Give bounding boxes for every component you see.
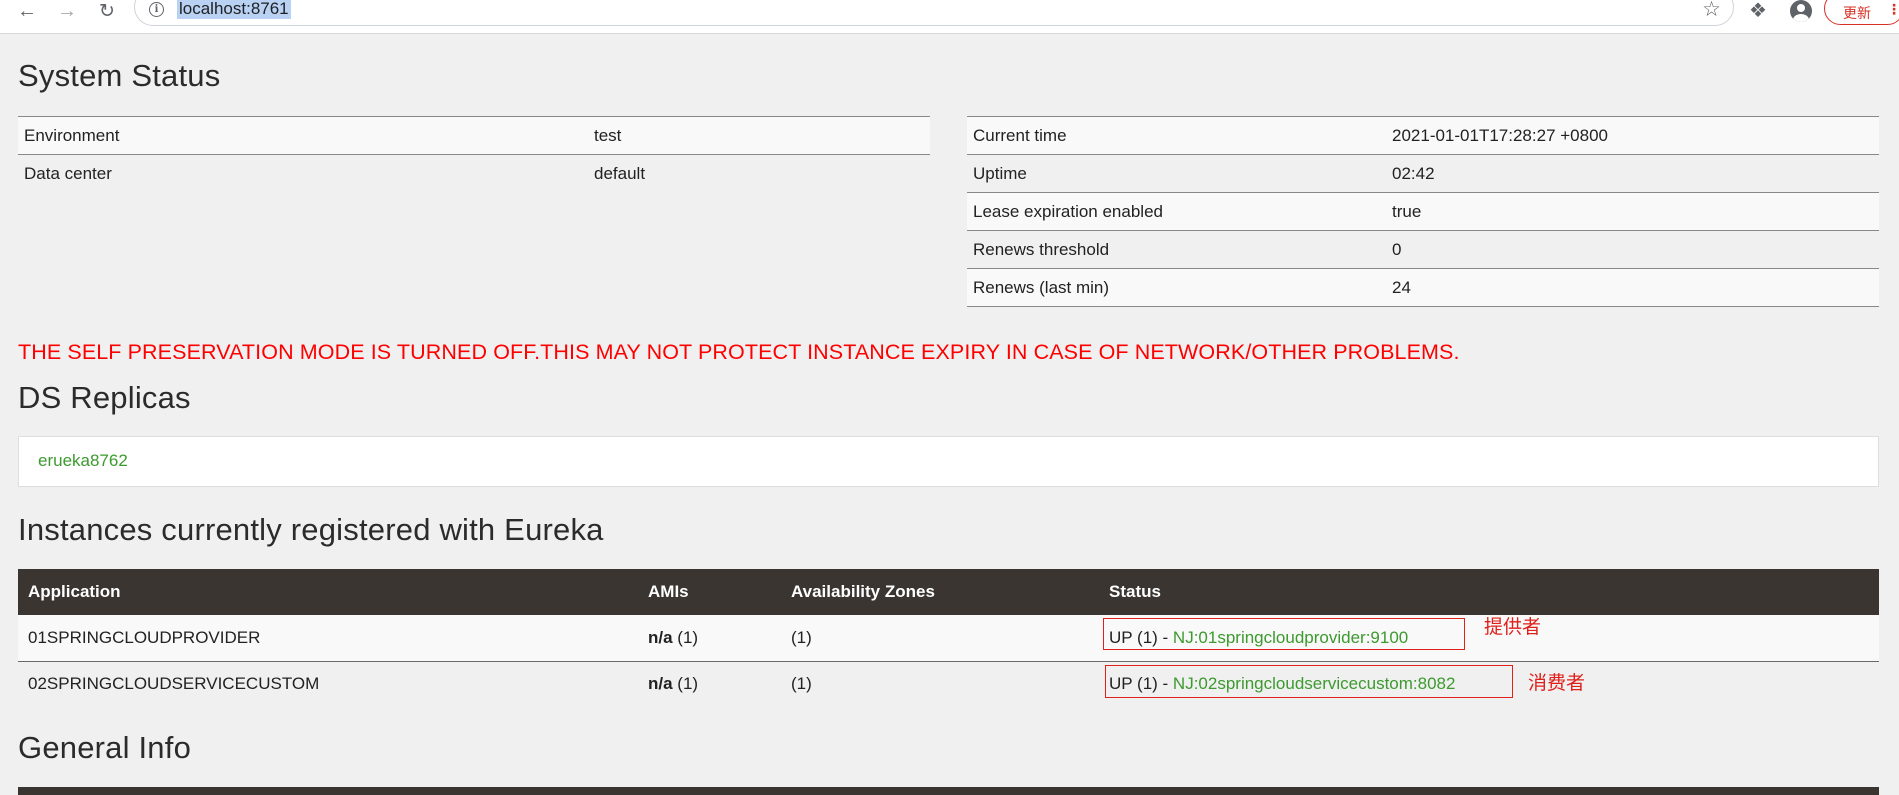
env-value: test	[588, 116, 930, 155]
header-availability-zones: Availability Zones	[781, 569, 1099, 615]
metric-value: 02:42	[1386, 154, 1879, 193]
general-info-table-header	[18, 787, 1879, 795]
table-row: Lease expiration enabled true	[967, 192, 1879, 231]
update-button-label: 更新	[1843, 6, 1871, 22]
annotation-provider-label: 提供者	[1484, 616, 1542, 638]
application-name: 02SPRINGCLOUDSERVICECUSTOM	[18, 661, 638, 707]
zones-cell: (1)	[781, 615, 1099, 662]
update-button[interactable]: 更新 ⋮	[1824, 0, 1899, 25]
replica-link[interactable]: erueka8762	[38, 451, 128, 471]
ami-value: n/a	[648, 627, 673, 647]
annotation-consumer-label: 消费者	[1528, 672, 1586, 694]
table-row: 01SPRINGCLOUDPROVIDER n/a (1) (1) UP (1)…	[18, 615, 1879, 662]
menu-dots-icon[interactable]: ⋮	[1887, 2, 1899, 18]
ami-value: n/a	[648, 674, 673, 694]
table-header-row: Application AMIs Availability Zones Stat…	[18, 569, 1879, 615]
instances-title: Instances currently registered with Eure…	[18, 512, 604, 547]
metric-key: Current time	[967, 116, 1386, 155]
back-arrow-icon[interactable]: ←	[13, 0, 41, 22]
env-value: default	[588, 154, 930, 193]
instances-table: Application AMIs Availability Zones Stat…	[18, 569, 1879, 707]
application-name: 01SPRINGCLOUDPROVIDER	[18, 615, 638, 662]
replicas-list: erueka8762	[18, 436, 1879, 487]
profile-avatar-icon[interactable]	[1790, 0, 1812, 22]
table-row: Data center default	[18, 154, 930, 193]
env-key: Environment	[18, 116, 588, 155]
table-row: Renews threshold 0	[967, 230, 1879, 269]
table-row: 02SPRINGCLOUDSERVICECUSTOM n/a (1) (1) U…	[18, 661, 1879, 707]
extensions-puzzle-icon[interactable]: ❖	[1749, 0, 1767, 22]
metric-value: 0	[1386, 230, 1879, 269]
metric-key: Lease expiration enabled	[967, 192, 1386, 231]
metric-value: true	[1386, 192, 1879, 231]
reload-icon[interactable]: ↻	[93, 0, 121, 22]
general-info-title: General Info	[18, 730, 192, 765]
address-bar[interactable]: i localhost:8761 ☆	[134, 0, 1734, 26]
info-icon[interactable]: i	[149, 2, 164, 17]
ami-count: (1)	[672, 674, 699, 694]
url-text[interactable]: localhost:8761	[177, 0, 291, 19]
metric-value: 2021-01-01T17:28:27 +0800	[1386, 116, 1879, 155]
metric-value: 24	[1386, 268, 1879, 307]
annotation-box-consumer	[1105, 665, 1513, 698]
metric-key: Uptime	[967, 154, 1386, 193]
metric-key: Renews (last min)	[967, 268, 1386, 307]
header-application: Application	[18, 569, 638, 615]
ds-replicas-title: DS Replicas	[18, 380, 191, 415]
header-status: Status	[1099, 569, 1879, 615]
table-row: Renews (last min) 24	[967, 268, 1879, 307]
table-row: Uptime 02:42	[967, 154, 1879, 193]
self-preservation-warning: THE SELF PRESERVATION MODE IS TURNED OFF…	[18, 340, 1460, 364]
table-row: Current time 2021-01-01T17:28:27 +0800	[967, 116, 1879, 155]
amis-cell: n/a (1)	[638, 661, 781, 707]
metric-key: Renews threshold	[967, 230, 1386, 269]
forward-arrow-icon[interactable]: →	[53, 0, 81, 22]
zones-cell: (1)	[781, 661, 1099, 707]
env-key: Data center	[18, 154, 588, 193]
ami-count: (1)	[672, 627, 699, 647]
status-metrics-table: Current time 2021-01-01T17:28:27 +0800 U…	[967, 116, 1879, 307]
header-amis: AMIs	[638, 569, 781, 615]
browser-toolbar: ← → ↻ i localhost:8761 ☆ ❖ 更新 ⋮	[0, 0, 1899, 34]
environment-table: Environment test Data center default	[18, 116, 930, 193]
system-status-title: System Status	[18, 58, 221, 93]
table-row: Environment test	[18, 116, 930, 155]
annotation-box-provider	[1103, 618, 1465, 650]
bookmark-star-icon[interactable]: ☆	[1702, 0, 1721, 20]
amis-cell: n/a (1)	[638, 615, 781, 662]
